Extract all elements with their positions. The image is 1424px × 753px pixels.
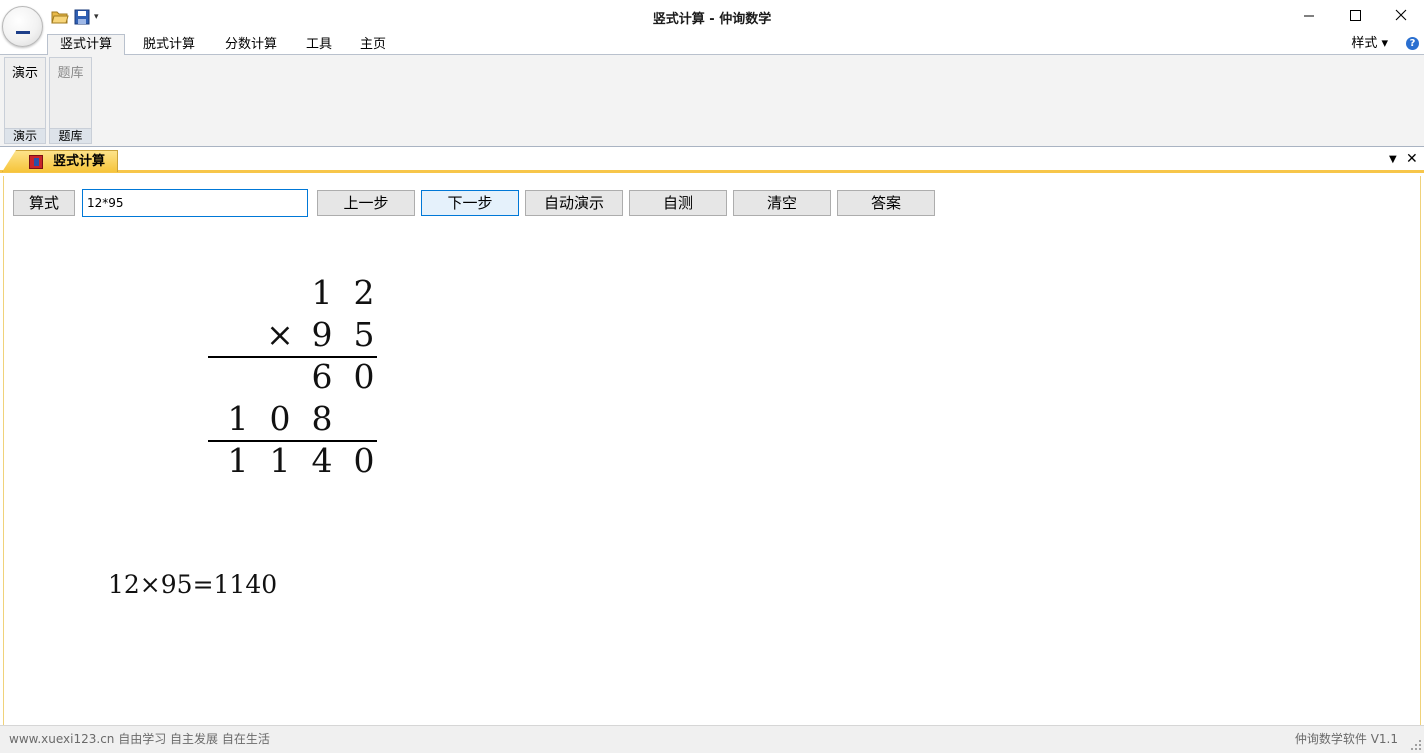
digit-cell: 8: [311, 399, 333, 438]
digit-cell: 0: [269, 399, 291, 438]
close-document-icon[interactable]: ✕: [1406, 151, 1418, 167]
digit-cell: 0: [353, 357, 375, 396]
document-tab-strip: 竖式计算 ▼ ✕: [0, 147, 1424, 173]
status-slogan: www.xuexi123.cn 自由学习 自主发展 自在生活: [9, 732, 270, 746]
demo-button[interactable]: 演示: [5, 62, 45, 81]
tab-vertical-calc[interactable]: 竖式计算: [47, 34, 126, 56]
save-icon[interactable]: [74, 9, 90, 25]
ribbon-group-label: 演示: [5, 128, 45, 143]
close-icon: [1395, 9, 1407, 21]
digit-cell: 1: [311, 273, 333, 312]
ribbon-tab-bar: 竖式计算 脱式计算 分数计算 工具 主页 样式 ▾ ?: [0, 33, 1424, 56]
result-equation: 12×95=1140: [108, 570, 278, 599]
close-window-button[interactable]: [1378, 0, 1424, 32]
app-menu-button[interactable]: [2, 6, 43, 47]
ribbon-group-label: 题库: [50, 128, 91, 143]
maximize-icon: [1350, 10, 1361, 21]
tab-step-calc[interactable]: 脱式计算: [131, 35, 207, 56]
multiply-sign: ×: [266, 315, 294, 354]
ribbon-group-question-bank: 题库 题库: [49, 57, 92, 144]
ribbon-panel: 演示 演示 题库 题库: [0, 55, 1424, 147]
vertical-calculation: 1 2 × 9 5 6 0 1 0 8 1 1 4 0: [4, 176, 604, 576]
question-bank-button[interactable]: 题库: [50, 62, 91, 81]
minimize-icon: [1304, 15, 1314, 17]
app-logo-icon: [16, 31, 30, 34]
ribbon-group-demo: 演示 演示: [4, 57, 46, 144]
digit-cell: 0: [353, 441, 375, 480]
open-folder-icon[interactable]: [51, 9, 69, 25]
self-test-button[interactable]: 自测: [629, 190, 727, 216]
digit-cell: 1: [269, 441, 291, 480]
digit-cell: 2: [353, 273, 375, 312]
minimize-button[interactable]: [1286, 0, 1332, 32]
title-bar: ▾ 竖式计算 - 仲询数学: [0, 0, 1424, 47]
digit-cell: 4: [311, 441, 333, 480]
style-menu[interactable]: 样式 ▾: [1351, 34, 1388, 53]
tab-fraction-calc[interactable]: 分数计算: [213, 35, 289, 56]
digit-cell: 1: [227, 441, 249, 480]
status-version: 仲询数学软件 V1.1: [1294, 732, 1398, 746]
digit-cell: 9: [311, 315, 333, 354]
tab-tools[interactable]: 工具: [294, 35, 344, 56]
maximize-button[interactable]: [1332, 0, 1378, 32]
status-bar: www.xuexi123.cn 自由学习 自主发展 自在生活 仲询数学软件 V1…: [0, 725, 1424, 753]
window-title: 竖式计算 - 仲询数学: [652, 12, 772, 27]
answer-button[interactable]: 答案: [837, 190, 935, 216]
tab-list-dropdown-icon[interactable]: ▼: [1389, 154, 1397, 166]
document-content: 算式 12*95 上一步 下一步 自动演示 自测 清空 答案 1 2 × 9 5…: [3, 176, 1421, 725]
clear-button[interactable]: 清空: [733, 190, 831, 216]
quick-access-more-icon[interactable]: ▾: [94, 10, 104, 26]
document-tab[interactable]: 竖式计算: [2, 150, 118, 172]
document-tab-label: 竖式计算: [53, 154, 106, 169]
document-icon: [29, 155, 43, 169]
resize-grip-icon[interactable]: [1410, 739, 1422, 751]
tab-home[interactable]: 主页: [348, 35, 398, 56]
digit-cell: 1: [227, 399, 249, 438]
digit-cell: 6: [311, 357, 333, 396]
help-icon[interactable]: ?: [1406, 37, 1419, 50]
digit-cell: 5: [353, 315, 375, 354]
